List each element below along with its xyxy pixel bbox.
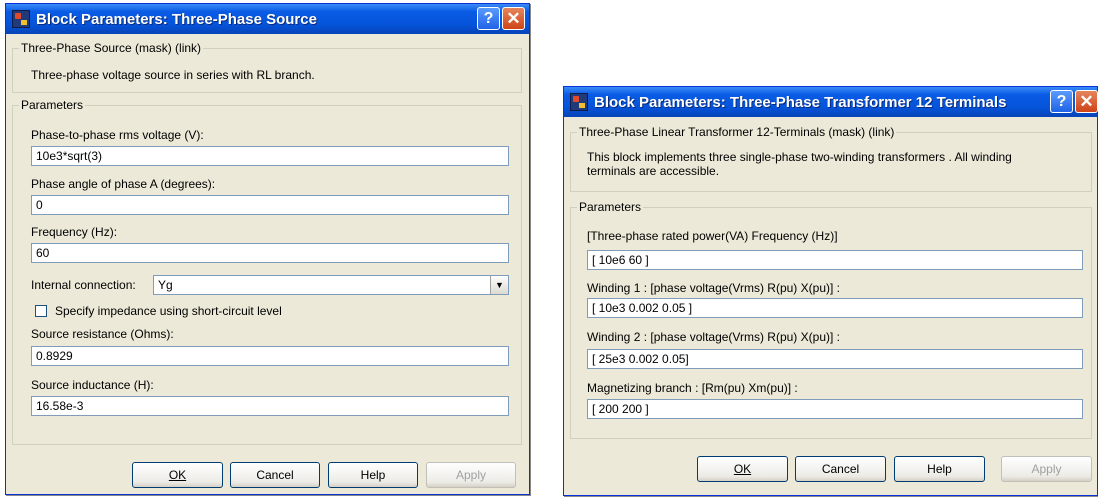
simulink-block-icon: [570, 93, 588, 111]
internal-connection-value: Yg: [158, 278, 173, 292]
mask-info-group: Three-Phase Source (mask) (link) Three-p…: [12, 41, 522, 93]
ok-button[interactable]: OK: [132, 462, 223, 488]
apply-button[interactable]: Apply: [426, 462, 516, 488]
mask-group-legend: Three-Phase Linear Transformer 12-Termin…: [577, 125, 897, 139]
cancel-button-label: Cancel: [821, 462, 860, 476]
source-inductance-label: Source inductance (H):: [31, 378, 154, 392]
phase-angle-input[interactable]: 0: [31, 195, 509, 215]
winding-1-label: Winding 1 : [phase voltage(Vrms) R(pu) X…: [587, 281, 840, 295]
rated-power-label: [Three-phase rated power(VA) Frequency (…: [587, 229, 838, 243]
mask-description: This block implements three single-phase…: [587, 150, 1012, 178]
frequency-label: Frequency (Hz):: [31, 225, 118, 239]
help-title-button[interactable]: ?: [1050, 90, 1073, 113]
mask-group-legend: Three-Phase Source (mask) (link): [19, 41, 204, 55]
source-inductance-input[interactable]: 16.58e-3: [31, 396, 509, 416]
frequency-input[interactable]: 60: [31, 243, 509, 263]
title-bar[interactable]: Block Parameters: Three-Phase Transforme…: [564, 87, 1098, 117]
phase-angle-label: Phase angle of phase A (degrees):: [31, 177, 216, 191]
chevron-down-icon[interactable]: ▼: [490, 276, 508, 294]
winding-2-input[interactable]: [ 25e3 0.002 0.05]: [587, 349, 1083, 369]
simulink-block-icon: [12, 10, 30, 28]
parameters-group-legend: Parameters: [577, 200, 644, 214]
phase-voltage-label: Phase-to-phase rms voltage (V):: [31, 128, 204, 142]
parameters-group: Parameters [Three-phase rated power(VA) …: [570, 200, 1092, 439]
help-button[interactable]: Help: [894, 456, 985, 482]
title-bar[interactable]: Block Parameters: Three-Phase Source ? ✕: [6, 4, 529, 34]
magnetizing-branch-label: Magnetizing branch : [Rm(pu) Xm(pu)] :: [587, 381, 798, 395]
phase-voltage-input[interactable]: 10e3*sqrt(3): [31, 146, 509, 166]
parameters-group: Parameters Phase-to-phase rms voltage (V…: [12, 98, 522, 445]
help-button[interactable]: Help: [328, 462, 418, 488]
internal-connection-label: Internal connection:: [31, 278, 136, 292]
internal-connection-select[interactable]: Yg ▼: [153, 275, 509, 295]
mask-description: Three-phase voltage source in series wit…: [31, 68, 315, 82]
dialog-title: Block Parameters: Three-Phase Source: [36, 10, 317, 28]
apply-button-label: Apply: [1031, 462, 1062, 476]
mask-info-group: Three-Phase Linear Transformer 12-Termin…: [570, 125, 1092, 192]
close-button[interactable]: ✕: [502, 7, 525, 30]
parameters-group-legend: Parameters: [19, 98, 86, 112]
winding-2-label: Winding 2 : [phase voltage(Vrms) R(pu) X…: [587, 330, 840, 344]
help-button-label: Help: [360, 468, 386, 482]
three-phase-source-dialog: Block Parameters: Three-Phase Source ? ✕…: [5, 3, 530, 495]
rated-power-input[interactable]: [ 10e6 60 ]: [587, 250, 1083, 270]
short-circuit-checkbox[interactable]: [35, 305, 47, 317]
short-circuit-checkbox-label: Specify impedance using short-circuit le…: [55, 304, 282, 318]
cancel-button[interactable]: Cancel: [795, 456, 886, 482]
apply-button-label: Apply: [455, 468, 487, 482]
source-resistance-label: Source resistance (Ohms):: [31, 327, 174, 341]
ok-button[interactable]: OK: [697, 456, 788, 482]
ok-button-label: OK: [733, 462, 752, 476]
magnetizing-branch-input[interactable]: [ 200 200 ]: [587, 399, 1083, 419]
apply-button[interactable]: Apply: [1001, 456, 1092, 482]
cancel-button-label: Cancel: [256, 468, 294, 482]
help-button-label: Help: [927, 462, 952, 476]
help-title-button[interactable]: ?: [477, 7, 500, 30]
cancel-button[interactable]: Cancel: [230, 462, 320, 488]
dialog-title: Block Parameters: Three-Phase Transforme…: [594, 93, 1007, 111]
ok-button-label: OK: [168, 468, 187, 482]
three-phase-transformer-dialog: Block Parameters: Three-Phase Transforme…: [563, 86, 1098, 496]
close-button[interactable]: ✕: [1075, 90, 1098, 113]
winding-1-input[interactable]: [ 10e3 0.002 0.05 ]: [587, 298, 1083, 318]
source-resistance-input[interactable]: 0.8929: [31, 346, 509, 366]
